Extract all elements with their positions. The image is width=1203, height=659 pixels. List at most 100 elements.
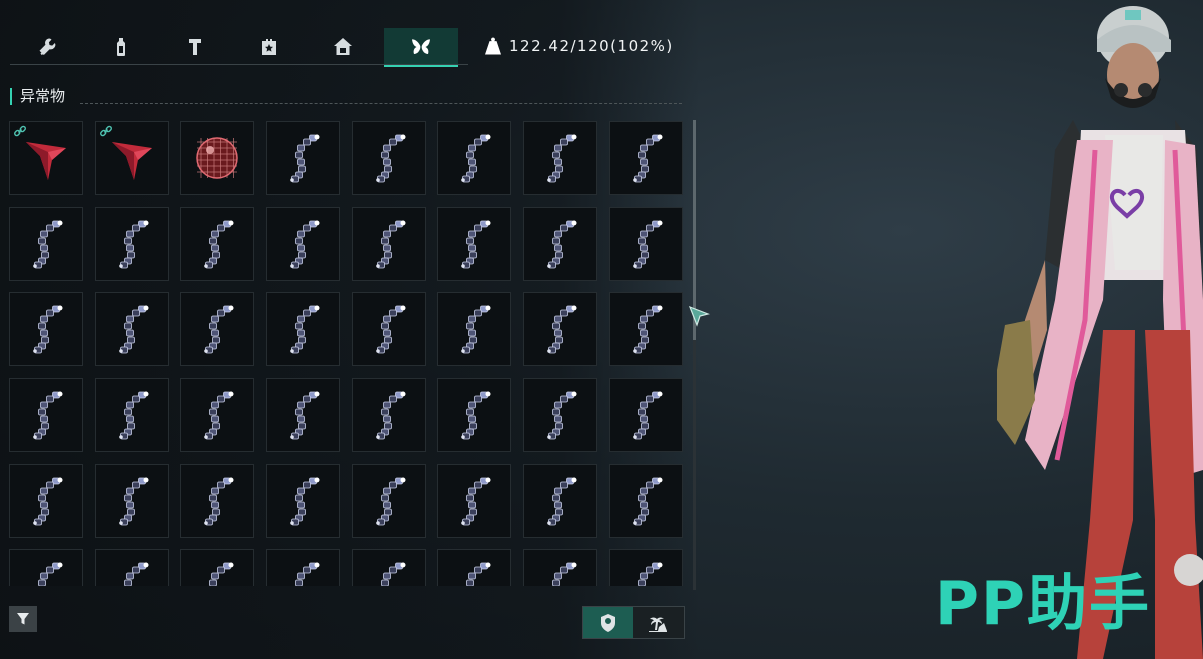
butterfly-icon [412, 38, 430, 54]
section-title: 异常物 [10, 88, 65, 105]
inventory-slot[interactable] [9, 121, 83, 195]
inventory-slot[interactable] [266, 206, 341, 281]
inventory-slot[interactable] [180, 292, 255, 367]
chain-link-icon [118, 477, 149, 526]
inventory-slot[interactable] [523, 121, 598, 195]
inventory-scrollbar[interactable] [693, 120, 696, 590]
chain-link-icon [547, 477, 577, 526]
inventory-slot[interactable] [523, 549, 598, 586]
chain-link-icon [375, 391, 406, 440]
toggle-island-button[interactable] [633, 607, 683, 638]
inventory-slot[interactable] [608, 206, 683, 281]
inventory-slot[interactable] [180, 206, 255, 281]
inventory-slot[interactable] [180, 378, 255, 453]
chain-link-icon [204, 391, 234, 440]
chain-link-icon [375, 134, 406, 183]
inventory-slot[interactable] [523, 463, 598, 538]
tab-materials[interactable] [158, 28, 232, 65]
inventory-slot[interactable] [9, 378, 83, 453]
chain-link-icon [290, 477, 320, 526]
carry-weight-value: 122.42/120(102%) [509, 37, 674, 55]
inventory-slot[interactable] [437, 378, 512, 453]
chain-link-icon [118, 391, 149, 440]
inventory-slot[interactable] [94, 206, 169, 281]
chain-link-icon [461, 391, 491, 440]
tab-building[interactable] [306, 28, 380, 65]
chain-link-icon [633, 391, 663, 440]
chain-link-icon [209, 562, 234, 586]
inventory-grid [9, 121, 685, 586]
inventory-slot[interactable] [351, 292, 426, 367]
inventory-slot[interactable] [180, 121, 255, 195]
inventory-slot[interactable] [266, 292, 341, 367]
tab-consumables[interactable] [84, 28, 158, 65]
inventory-slot[interactable] [523, 206, 598, 281]
chain-link-icon [461, 305, 491, 354]
inventory-slot[interactable] [437, 292, 512, 367]
inventory-slot[interactable] [266, 549, 341, 586]
inventory-slot[interactable] [94, 121, 169, 195]
inventory-slot[interactable] [608, 121, 683, 195]
inventory-slot[interactable] [9, 463, 83, 538]
inventory-slot[interactable] [94, 463, 169, 538]
star-box-icon [262, 38, 276, 55]
inventory-slot[interactable] [266, 121, 341, 195]
chain-link-icon [637, 562, 663, 586]
tab-special[interactable] [232, 28, 306, 65]
chain-link-icon [290, 305, 320, 354]
chain-link-icon [123, 562, 149, 586]
chain-link-icon [547, 391, 577, 440]
inventory-slot[interactable] [180, 549, 255, 586]
inventory-slot[interactable] [351, 378, 426, 453]
inventory-slot[interactable] [523, 378, 598, 453]
chain-link-icon [633, 134, 663, 183]
inventory-slot[interactable] [266, 378, 341, 453]
chain-link-icon [204, 477, 234, 526]
chain-link-icon [552, 562, 577, 586]
tab-anomaly[interactable] [384, 28, 458, 67]
inventory-slot[interactable] [94, 292, 169, 367]
chain-link-icon [33, 477, 63, 526]
inventory-slot[interactable] [351, 549, 426, 586]
chain-link-icon [547, 134, 577, 183]
chain-link-icon [547, 220, 577, 269]
inventory-slot[interactable] [523, 292, 598, 367]
inventory-slot[interactable] [9, 206, 83, 281]
inventory-slot[interactable] [351, 463, 426, 538]
wrench-icon [39, 38, 56, 55]
inventory-slot[interactable] [608, 463, 683, 538]
chain-link-icon [33, 391, 63, 440]
tab-tools[interactable] [10, 28, 84, 65]
red-arrowhead-icon [26, 142, 66, 180]
chain-link-icon [295, 562, 320, 586]
inventory-slot[interactable] [9, 292, 83, 367]
inventory-slot[interactable] [437, 549, 512, 586]
inventory-slot[interactable] [351, 206, 426, 281]
filter-button[interactable] [9, 606, 37, 632]
link-icon [99, 125, 112, 137]
chain-link-icon [633, 477, 663, 526]
chain-link-icon [290, 220, 320, 269]
chain-link-icon [547, 305, 577, 354]
inventory-slot[interactable] [608, 292, 683, 367]
inventory-slot[interactable] [266, 463, 341, 538]
chain-link-icon [375, 477, 406, 526]
inventory-slot[interactable] [351, 121, 426, 195]
category-tab-bar: 122.42/120(102%) [10, 28, 700, 67]
weight-icon [485, 37, 501, 55]
inventory-slot[interactable] [437, 206, 512, 281]
inventory-slot[interactable] [94, 378, 169, 453]
inventory-slot[interactable] [94, 549, 169, 586]
inventory-slot[interactable] [9, 549, 83, 586]
toggle-backpack-button[interactable] [583, 607, 633, 638]
chain-link-icon [204, 305, 234, 354]
chain-link-icon [118, 305, 149, 354]
chain-link-icon [461, 134, 491, 183]
inventory-slot[interactable] [437, 121, 512, 195]
inventory-slot[interactable] [180, 463, 255, 538]
inventory-slot[interactable] [608, 549, 683, 586]
inventory-slot[interactable] [437, 463, 512, 538]
chain-link-icon [118, 220, 149, 269]
inventory-slot[interactable] [608, 378, 683, 453]
chain-link-icon [633, 220, 663, 269]
